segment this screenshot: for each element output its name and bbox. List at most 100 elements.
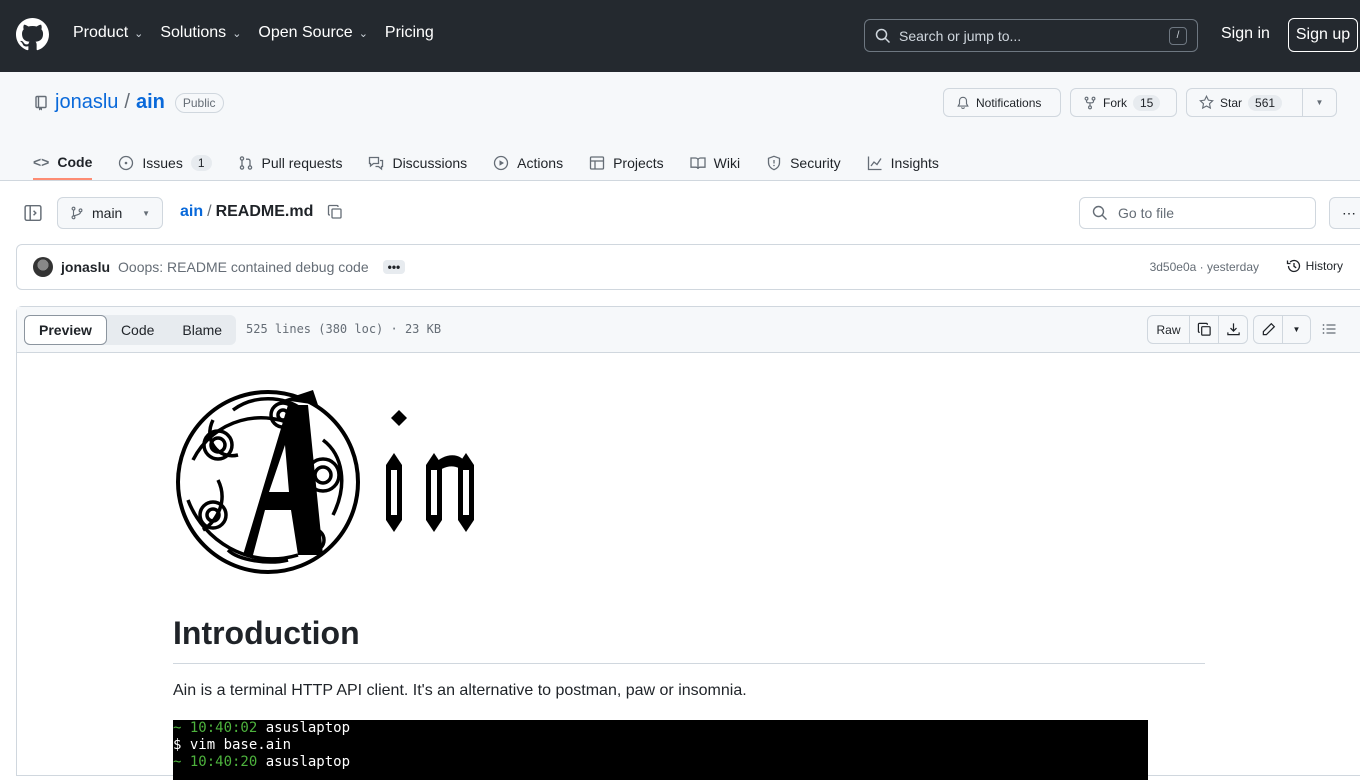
raw-button[interactable]: Raw — [1147, 315, 1190, 344]
avatar[interactable] — [33, 257, 53, 277]
terminal-host: asuslaptop — [257, 720, 351, 736]
star-icon — [1199, 95, 1214, 110]
star-count: 561 — [1248, 94, 1283, 111]
tab-actions-label: Actions — [517, 155, 564, 171]
tab-wiki[interactable]: Wiki — [690, 146, 740, 180]
outline-button[interactable] — [1321, 321, 1337, 342]
raw-label: Raw — [1156, 322, 1181, 337]
nav-solutions[interactable]: Solutions ⌄ — [160, 24, 241, 42]
file-info: 525 lines (380 loc) · 23 KB — [246, 322, 442, 336]
table-icon — [589, 156, 605, 170]
terminal-demo-image: ~ 10:40:02 asuslaptop $ vim base.ain ~ 1… — [173, 720, 1148, 780]
edit-dropdown-button[interactable]: ▼ — [1282, 315, 1311, 344]
repo-name-link[interactable]: ain — [136, 91, 165, 114]
commit-message-link[interactable]: Ooops: README contained debug code — [118, 259, 369, 275]
more-options-button[interactable]: ⋯ — [1329, 197, 1360, 229]
go-to-file-input[interactable]: Go to file — [1079, 197, 1316, 229]
tab-projects-label: Projects — [613, 155, 664, 171]
tab-discussions[interactable]: Discussions — [368, 146, 467, 180]
visibility-badge: Public — [174, 92, 224, 113]
search-shortcut-key: / — [1169, 27, 1187, 45]
terminal-line: $ vim base.ain — [173, 737, 1148, 754]
terminal-prompt: ~ — [173, 754, 190, 770]
breadcrumb-repo-link[interactable]: ain — [180, 203, 203, 221]
code-mode-button[interactable]: Code — [107, 315, 168, 345]
tab-pull-requests[interactable]: Pull requests — [238, 146, 342, 180]
copy-raw-button[interactable] — [1189, 315, 1219, 344]
repo-owner-link[interactable]: jonaslu — [55, 91, 118, 114]
repo-tabs: <> Code Issues 1 Pull requests Discussio… — [33, 146, 965, 180]
chevron-down-icon: ⌄ — [358, 27, 368, 40]
terminal-host: asuslaptop — [257, 754, 351, 770]
edit-file-button[interactable] — [1253, 315, 1283, 344]
fork-icon — [1084, 96, 1096, 109]
tab-insights-label: Insights — [890, 155, 939, 171]
terminal-command: $ vim base.ain — [173, 737, 292, 753]
file-viewer-toolbar: Preview Code Blame 525 lines (380 loc) ·… — [17, 307, 1360, 353]
tab-issues[interactable]: Issues 1 — [118, 146, 212, 180]
copy-icon[interactable] — [327, 204, 343, 220]
triangle-down-icon: ▼ — [1292, 325, 1301, 334]
tab-code-label: Code — [57, 154, 93, 170]
nav-pricing[interactable]: Pricing — [385, 24, 434, 42]
commit-sha-link[interactable]: 3d50e0a — [1150, 260, 1197, 274]
search-icon — [875, 28, 891, 43]
repo-path-separator: / — [124, 91, 130, 113]
discussion-icon — [369, 156, 384, 171]
readme-heading-introduction: Introduction — [173, 615, 360, 651]
sign-in-link[interactable]: Sign in — [1221, 25, 1270, 43]
tab-code[interactable]: <> Code — [33, 146, 93, 180]
go-to-file-placeholder: Go to file — [1118, 205, 1175, 221]
code-icon: <> — [33, 154, 50, 170]
github-logo-icon[interactable] — [16, 18, 49, 51]
expand-commit-message-button[interactable]: ••• — [382, 260, 406, 274]
branch-name: main — [92, 205, 123, 221]
branch-selector[interactable]: main ▼ — [57, 197, 163, 229]
tab-insights[interactable]: Insights — [867, 146, 939, 180]
nav-open-source-label: Open Source — [258, 24, 353, 41]
search-icon — [1092, 205, 1107, 220]
nav-solutions-label: Solutions — [160, 24, 227, 41]
tab-security-label: Security — [790, 155, 841, 171]
tab-security[interactable]: Security — [766, 146, 841, 180]
tab-wiki-label: Wiki — [713, 155, 741, 171]
star-button[interactable]: Star 561 — [1186, 88, 1303, 117]
search-placeholder: Search or jump to... — [899, 27, 1022, 44]
view-mode-switch: Preview Code Blame — [24, 315, 237, 345]
sign-up-button[interactable]: Sign up — [1288, 18, 1358, 52]
top-navigation: Product ⌄ Solutions ⌄ Open Source ⌄ Pricing — [73, 24, 451, 42]
triangle-down-icon: ▼ — [142, 208, 150, 218]
nav-open-source[interactable]: Open Source ⌄ — [258, 24, 368, 42]
history-label: History — [1305, 259, 1343, 273]
blame-mode-button[interactable]: Blame — [168, 315, 236, 345]
tab-actions[interactable]: Actions — [493, 146, 563, 180]
notifications-button[interactable]: Notifications — [943, 88, 1061, 117]
commit-time: yesterday — [1206, 260, 1259, 274]
global-search-input[interactable]: Search or jump to... / — [864, 19, 1198, 52]
tab-projects[interactable]: Projects — [589, 146, 664, 180]
play-icon — [494, 155, 509, 171]
chevron-down-icon: ⌄ — [232, 27, 242, 40]
repo-icon — [35, 95, 47, 110]
breadcrumb-separator: / — [207, 203, 212, 220]
commit-author-link[interactable]: jonaslu — [61, 259, 110, 275]
nav-product[interactable]: Product ⌄ — [73, 24, 143, 42]
history-button[interactable]: History — [1286, 258, 1343, 274]
issues-count: 1 — [190, 155, 212, 171]
terminal-time: 10:40:02 — [189, 720, 258, 736]
tab-issues-label: Issues — [142, 155, 183, 171]
bell-icon — [957, 96, 969, 109]
notifications-label: Notifications — [976, 95, 1042, 110]
nav-product-label: Product — [73, 24, 129, 41]
pull-request-icon — [239, 156, 252, 170]
fork-button[interactable]: Fork 15 — [1070, 88, 1177, 117]
triangle-down-icon: ▼ — [1315, 98, 1324, 107]
sidebar-expand-icon[interactable] — [24, 204, 42, 222]
preview-mode-button[interactable]: Preview — [24, 315, 107, 345]
repo-header: jonaslu / ain Public Notifications Fork … — [0, 72, 1360, 181]
breadcrumb: ain / README.md — [180, 203, 343, 221]
star-list-dropdown[interactable]: ▼ — [1302, 88, 1337, 117]
download-raw-button[interactable] — [1218, 315, 1248, 344]
fork-count: 15 — [1133, 94, 1161, 111]
breadcrumb-filename: README.md — [215, 203, 314, 220]
